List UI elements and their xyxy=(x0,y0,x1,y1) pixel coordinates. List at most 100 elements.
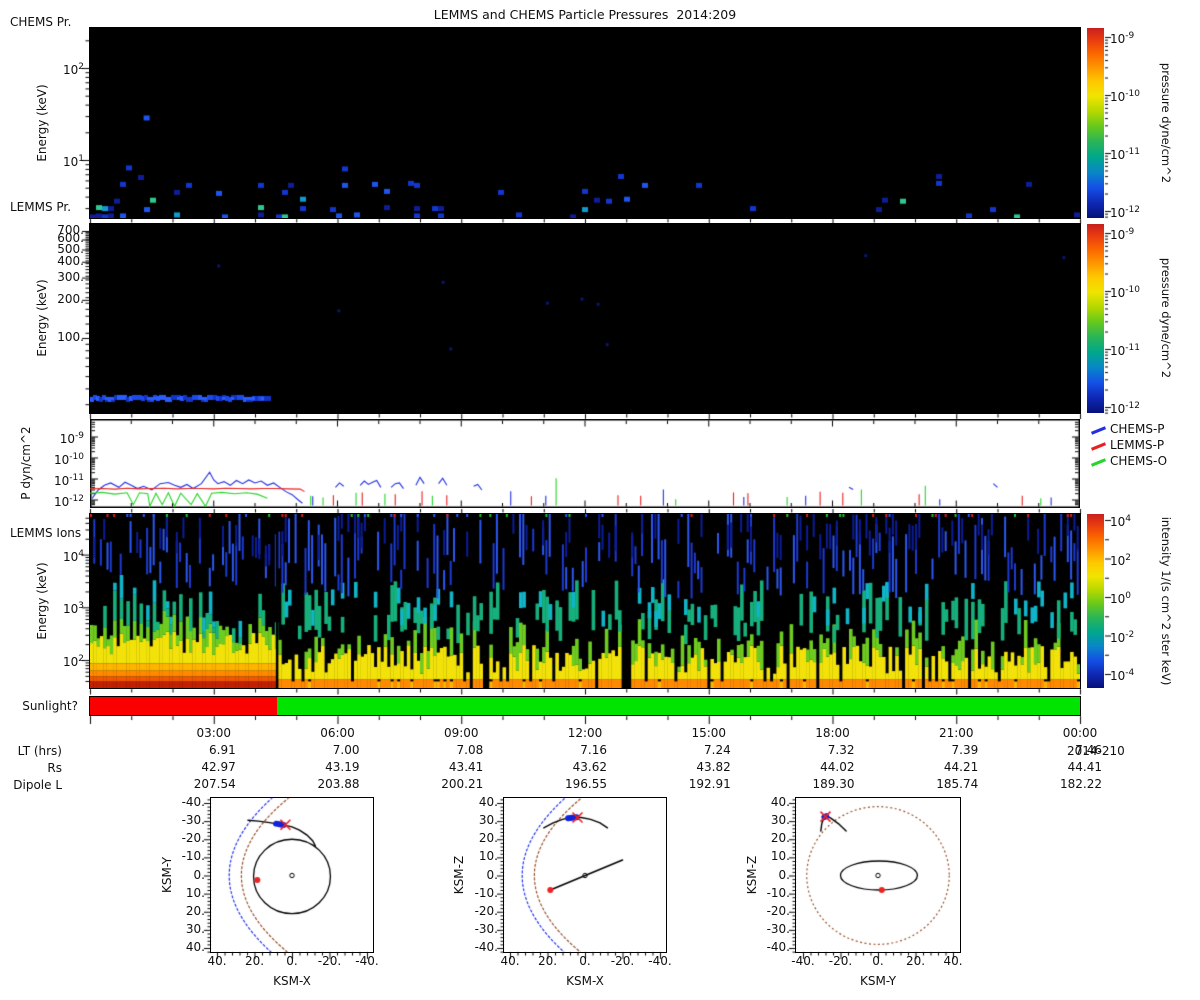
orbit-ytick-label: 0. xyxy=(193,867,205,882)
info-row-value: 7.24 xyxy=(704,743,731,757)
orbit-ytick-label: 10. xyxy=(478,849,498,864)
orbit-ytick-label: 40. xyxy=(185,940,205,954)
colorbar-pressure-2 xyxy=(1087,224,1104,413)
time-tick-label: 06:00 xyxy=(320,726,355,740)
colorbar-title-pressure-1: pressure dyne/cm^2 xyxy=(1159,62,1173,184)
time-tick-label: 15:00 xyxy=(691,726,727,740)
info-row-value: 207.54 xyxy=(193,777,236,791)
lemms-pressure-canvas xyxy=(90,224,1080,413)
ions-ytick-label: 102 xyxy=(62,654,84,669)
pressure-ytick-label: 10-9 xyxy=(59,431,84,446)
orbit-ytick-label: -40. xyxy=(474,940,498,954)
row-label-dipole: Dipole L xyxy=(13,778,62,792)
info-row-value: 7.32 xyxy=(827,743,855,757)
orbit-ytick-label: 40. xyxy=(478,795,498,809)
pressure-ytick-label: 10-11 xyxy=(54,473,84,488)
lemms-ytick-label: 700. xyxy=(57,223,84,237)
page-title: LEMMS and CHEMS Particle Pressures 2014:… xyxy=(433,7,737,22)
lemms-ions-label: LEMMS Ions xyxy=(10,526,82,540)
lemms-ytick-label: 400. xyxy=(57,253,84,268)
orbit-ytick-label: 10. xyxy=(185,885,205,900)
lemms-ytick-label: 100. xyxy=(57,330,84,344)
energy-axis-label-lemms: Energy (keV) xyxy=(35,279,49,357)
info-row-value: 42.97 xyxy=(201,760,236,774)
orbit2-xaxis-label: KSM-X xyxy=(566,974,604,988)
colorbar1-tick-label: 10-12 xyxy=(1110,205,1140,220)
chems-ytick-label: 101 xyxy=(62,154,84,169)
time-tick-label: 03:00 xyxy=(196,726,232,740)
colorbar1-tick-label: 10-10 xyxy=(1110,89,1140,104)
legend-label-chems-p: CHEMS-P xyxy=(1110,422,1165,436)
orbit-ytick-label: 20. xyxy=(478,831,498,846)
ions-ytick-label: 104 xyxy=(62,548,84,564)
time-tick-label: 12:00 xyxy=(567,726,603,740)
info-row-value: 43.19 xyxy=(325,760,360,774)
orbit-xtick-label: -40. xyxy=(355,954,379,968)
time-tick-label: 21:00 xyxy=(938,726,974,740)
orbit-ytick-label: -40. xyxy=(181,795,205,809)
chems-pressure-label: CHEMS Pr. xyxy=(10,15,72,29)
colorbar-title-intensity: intensity 1/(s cm^2 ster keV) xyxy=(1159,516,1173,686)
sunlight-segment-yes xyxy=(276,697,1080,715)
pressure-ytick-label: 10-12 xyxy=(54,494,84,509)
info-row-value: 43.41 xyxy=(448,760,484,774)
sunlight-label: Sunlight? xyxy=(22,699,78,713)
orbit-plot-ksmx-ksmy xyxy=(210,797,374,953)
orbit-ytick-label: -30. xyxy=(474,921,498,936)
legend-sample-chems-o xyxy=(1090,458,1107,467)
orbit-ytick-label: -20. xyxy=(474,903,498,918)
pressure-line-canvas xyxy=(90,419,1080,508)
info-row-value: 200.21 xyxy=(441,777,484,791)
orbit-ytick-label: 20. xyxy=(770,831,790,846)
colorbar2-tick-label: 10-10 xyxy=(1110,285,1140,300)
orbit-ytick-label: 20. xyxy=(185,903,205,918)
legend-label-lemms-p: LEMMS-P xyxy=(1110,438,1165,452)
orbit-ytick-label: 0. xyxy=(778,867,790,882)
energy-axis-label-chems: Energy (keV) xyxy=(35,84,49,162)
colorbar4-tick-label: 102 xyxy=(1110,552,1132,568)
orbit-ytick-label: -10. xyxy=(474,885,498,900)
info-row-value: 44.02 xyxy=(820,760,855,774)
colorbar4-tick-label: 10-2 xyxy=(1110,629,1135,645)
sunlight-segment-no xyxy=(90,697,277,715)
info-row-value: 7.39 xyxy=(951,743,979,757)
lemms-pressure-label: LEMMS Pr. xyxy=(10,200,72,214)
pressure-ytick-label: 10-10 xyxy=(54,452,84,467)
row-label-lt: LT (hrs) xyxy=(17,744,62,758)
info-row-value: 7.46 xyxy=(1075,743,1102,757)
orbit-ytick-label: 30. xyxy=(185,921,205,936)
time-tick-label: 00:00 xyxy=(1062,726,1098,740)
orbit-ytick-label: -10. xyxy=(181,849,205,864)
orbit-ytick-label: 40. xyxy=(770,795,790,809)
orbit-xtick-label: -40. xyxy=(648,954,672,968)
colorbar4-tick-label: 100 xyxy=(1110,591,1132,606)
colorbar-intensity xyxy=(1087,514,1104,688)
colorbar1-tick-label: 10-11 xyxy=(1110,147,1140,162)
legend-label-chems-o: CHEMS-O xyxy=(1110,454,1168,468)
orbit3-xaxis-label: KSM-Y xyxy=(859,974,897,988)
info-row-value: 43.62 xyxy=(572,760,607,774)
info-row-value: 189.30 xyxy=(812,777,855,791)
orbit-ytick-label: -30. xyxy=(766,921,790,936)
colorbar-pressure-1 xyxy=(1087,28,1104,218)
lemms-ytick-label: 300. xyxy=(57,269,84,284)
info-row-value: 7.00 xyxy=(332,743,360,757)
colorbar4-tick-label: 10-4 xyxy=(1110,668,1135,683)
chems-pressure-canvas xyxy=(90,28,1080,218)
ions-ytick-label: 103 xyxy=(62,601,84,617)
info-row-value: 185.74 xyxy=(936,777,979,791)
info-row-value: 196.55 xyxy=(565,777,607,791)
lemms-ytick-label: 200. xyxy=(57,291,84,306)
info-row-value: 192.91 xyxy=(688,777,731,791)
lemms-ions-canvas xyxy=(90,514,1080,688)
time-tick-label: 18:00 xyxy=(815,726,850,740)
orbit-ytick-label: 30. xyxy=(478,813,498,828)
chems-ytick-label: 102 xyxy=(62,62,84,77)
info-row-value: 7.08 xyxy=(456,743,484,757)
chems-pressure-spectrogram xyxy=(89,27,1081,219)
orbit1-xaxis-label: KSM-X xyxy=(273,974,311,988)
orbit-xtick-label: 40. xyxy=(943,954,963,968)
info-row-value: 44.21 xyxy=(943,760,979,774)
colorbar2-tick-label: 10-12 xyxy=(1110,401,1140,416)
sunlight-bar xyxy=(89,696,1081,716)
